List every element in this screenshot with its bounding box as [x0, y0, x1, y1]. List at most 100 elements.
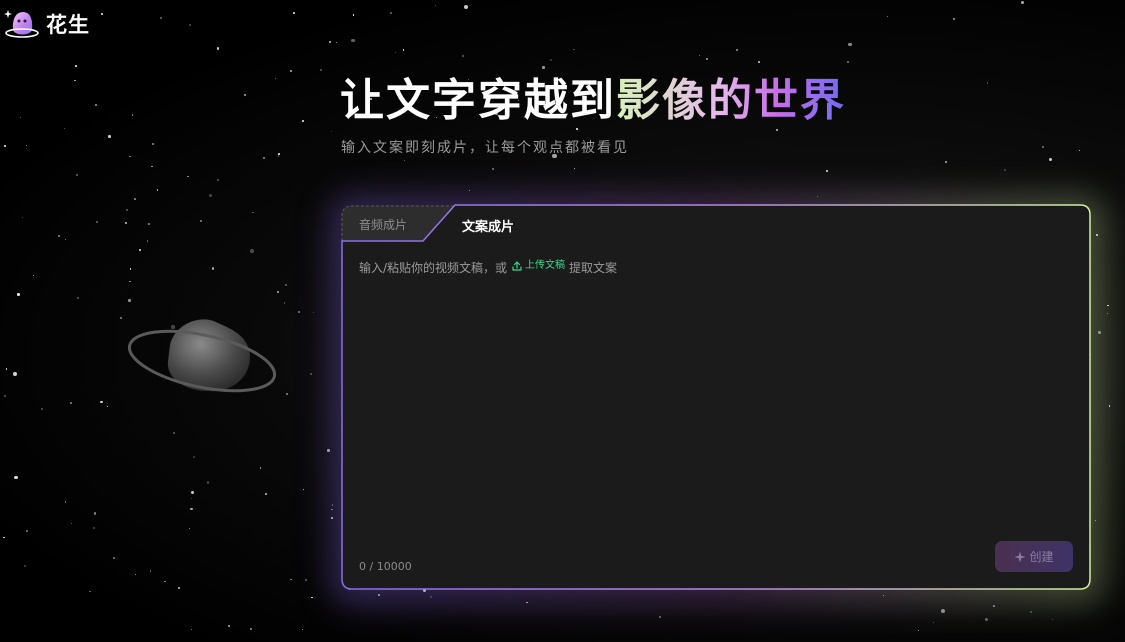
star [95, 104, 98, 106]
star [402, 49, 404, 51]
star [146, 239, 149, 242]
star [129, 280, 132, 283]
star [3, 145, 6, 147]
star [302, 119, 304, 122]
star [403, 159, 405, 162]
upload-script-link[interactable]: 上传文稿 [511, 256, 565, 276]
star [40, 407, 43, 410]
star [76, 296, 79, 300]
star [932, 621, 934, 623]
star [250, 628, 253, 631]
star [206, 481, 210, 484]
star [434, 4, 437, 7]
star [277, 153, 280, 156]
star [65, 238, 67, 240]
star [64, 128, 66, 130]
star [107, 406, 109, 408]
star [259, 467, 262, 469]
star [550, 59, 553, 62]
star [190, 628, 193, 631]
create-button[interactable]: 创建 [995, 541, 1073, 572]
star [23, 565, 26, 568]
star [573, 167, 575, 169]
app-page: 花生 让文字穿越到影像的世界 输入文案即刻成片，让每个观点都被看见 音频成片 文… [0, 0, 1125, 642]
star [199, 219, 202, 222]
star [313, 311, 315, 313]
star [757, 60, 760, 63]
star [290, 578, 292, 581]
star [159, 16, 162, 19]
star [283, 302, 286, 304]
sparkle-icon [1014, 551, 1026, 562]
star [126, 209, 128, 211]
star [1108, 405, 1111, 407]
star [352, 13, 355, 16]
star [336, 42, 338, 44]
star [70, 402, 73, 405]
star [311, 596, 313, 599]
star [151, 165, 153, 168]
star [25, 530, 28, 532]
star [944, 160, 947, 163]
star [3, 536, 5, 539]
star [178, 587, 180, 589]
star [461, 54, 464, 58]
star [274, 77, 276, 79]
star [92, 526, 96, 530]
star [157, 189, 159, 191]
star [1051, 618, 1053, 620]
star [953, 18, 956, 21]
placeholder-text-before: 输入/粘贴你的视频文稿，或 [359, 261, 508, 275]
create-button-label: 创建 [1029, 550, 1054, 564]
star [125, 221, 128, 224]
tab-audio[interactable]: 音频成片 [359, 216, 407, 233]
placeholder-text-after: 提取文案 [569, 261, 618, 275]
star [113, 557, 115, 559]
star [64, 501, 67, 503]
star [89, 590, 91, 593]
brand-name: 花生 [46, 13, 90, 37]
star [1106, 313, 1108, 315]
tab-script[interactable]: 文案成片 [462, 216, 514, 235]
star [187, 175, 189, 178]
star [134, 198, 137, 201]
star [309, 373, 312, 376]
star [917, 629, 920, 632]
star [74, 79, 77, 82]
star [149, 569, 152, 572]
star [244, 93, 247, 96]
star [304, 579, 308, 582]
star [736, 48, 739, 51]
star [131, 114, 133, 116]
star [986, 82, 988, 84]
star [250, 248, 254, 253]
star [302, 628, 304, 630]
star [152, 142, 155, 145]
star [993, 604, 996, 607]
star [134, 573, 137, 576]
star [191, 491, 195, 495]
star [776, 128, 779, 131]
star [228, 624, 231, 627]
star [193, 456, 196, 459]
star [302, 489, 304, 491]
star [75, 65, 77, 67]
star [1079, 150, 1081, 152]
brand-logo[interactable]: 花生 [4, 6, 90, 42]
star [172, 431, 175, 434]
star [5, 368, 7, 370]
script-input[interactable]: 输入/粘贴你的视频文稿，或 上传文稿 提取文案 [359, 256, 1071, 536]
star [189, 528, 191, 530]
star [658, 615, 661, 618]
star [886, 15, 888, 17]
ghost-logo-icon [4, 10, 39, 38]
star [33, 275, 35, 277]
star [328, 41, 331, 43]
star [4, 395, 6, 397]
star [70, 523, 73, 525]
star [217, 178, 220, 181]
star [542, 66, 545, 69]
star [575, 128, 578, 131]
hero-title-plain: 让文字穿越到 [340, 75, 616, 126]
star [277, 290, 280, 294]
